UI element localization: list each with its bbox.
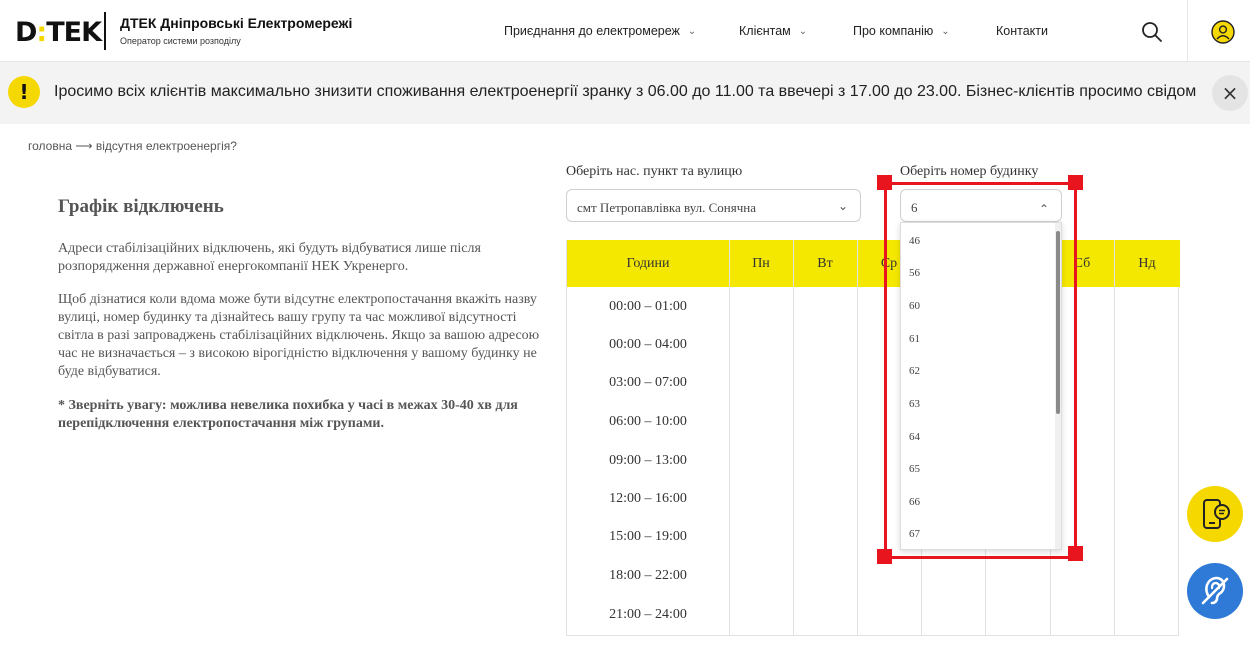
house-select-label: Оберіть номер будинку — [900, 164, 1039, 179]
header-hours: Години — [626, 256, 670, 271]
chevron-down-icon: ⌄ — [837, 199, 848, 213]
note-paragraph: * Зверніть увагу: можлива невелика похиб… — [58, 398, 518, 431]
street-select[interactable]: смт Петропавлівка вул. Сонячна ⌄ — [566, 189, 861, 222]
instructions-paragraph: Щоб дізнатися коли вдома може бути відсу… — [58, 292, 540, 379]
chat-support-button[interactable] — [1187, 486, 1243, 542]
time-slot: 06:00 – 10:00 — [609, 414, 687, 429]
header-separator — [1187, 0, 1188, 62]
street-select-label: Оберіть нас. пункт та вулицю — [566, 164, 743, 179]
resize-handle — [1068, 175, 1083, 190]
time-slot: 12:00 – 16:00 — [609, 491, 687, 506]
header-day-mon: Пн — [752, 256, 770, 271]
time-slot: 18:00 – 22:00 — [609, 568, 687, 583]
page-title: Графік відключень — [58, 196, 224, 217]
hearing-impaired-icon — [1201, 576, 1229, 605]
chevron-down-icon: ⌄ — [941, 26, 950, 37]
brand-title: ДТЕК Дніпровські Електромережі — [120, 15, 353, 31]
column-divider — [1114, 240, 1115, 636]
column-divider — [729, 240, 730, 636]
header-day-sun: Нд — [1138, 256, 1156, 271]
alert-banner: ! Іросимо всіх клієнтів максимально зниз… — [0, 62, 1250, 124]
dtek-logo[interactable]: D:TEK — [15, 17, 102, 48]
intro-paragraph: Адреси стабілізаційних відключень, які б… — [58, 241, 481, 274]
column-divider — [857, 240, 858, 636]
nav-connection-label: Приєднання до електромереж — [504, 24, 680, 38]
resize-handle — [877, 175, 892, 190]
chevron-down-icon: ⌄ — [798, 26, 808, 37]
time-slot: 21:00 – 24:00 — [609, 607, 687, 622]
header-day-tue: Вт — [817, 256, 833, 271]
nav-connection[interactable]: Приєднання до електромереж ⌄ — [504, 24, 696, 38]
street-select-value: смт Петропавлівка вул. Сонячна — [577, 200, 756, 215]
phone-chat-icon — [1203, 499, 1230, 529]
nav-contacts-label: Контакти — [996, 24, 1048, 38]
breadcrumb[interactable]: головна ⟶ відсутня електроенергія? — [28, 139, 237, 153]
resize-handle — [1068, 546, 1083, 561]
nav-about[interactable]: Про компанію ⌄ — [853, 24, 950, 38]
accessibility-button[interactable] — [1187, 563, 1243, 619]
nav-contacts[interactable]: Контакти — [996, 24, 1048, 38]
warning-icon: ! — [8, 76, 40, 108]
nav-clients-label: Клієнтам — [739, 24, 791, 38]
brand-subtitle: Оператор системи розподілу — [120, 36, 241, 46]
search-icon[interactable] — [1140, 20, 1164, 44]
nav-about-label: Про компанію — [853, 24, 934, 38]
chevron-down-icon: ⌄ — [687, 26, 697, 37]
user-account-icon[interactable] — [1211, 20, 1235, 44]
highlight-box — [884, 182, 1077, 559]
resize-handle — [877, 549, 892, 564]
time-slot: 00:00 – 04:00 — [609, 337, 687, 352]
alert-text: Іросимо всіх клієнтів максимально знизит… — [54, 83, 1197, 100]
time-slot: 15:00 – 19:00 — [609, 529, 687, 544]
brand-divider — [104, 12, 106, 50]
column-divider — [793, 240, 794, 636]
nav-clients[interactable]: Клієнтам ⌄ — [739, 24, 807, 38]
time-slot: 03:00 – 07:00 — [609, 375, 687, 390]
time-slot: 09:00 – 13:00 — [609, 453, 687, 468]
schedule-table: Години Пн Вт Ср Чт Пт Сб Нд 00:00 – 01:0… — [566, 240, 1180, 636]
close-icon[interactable]: × — [1212, 75, 1248, 111]
site-header: D:TEK ДТЕК Дніпровські Електромережі Опе… — [0, 0, 1250, 62]
time-slot: 00:00 – 01:00 — [609, 299, 687, 314]
